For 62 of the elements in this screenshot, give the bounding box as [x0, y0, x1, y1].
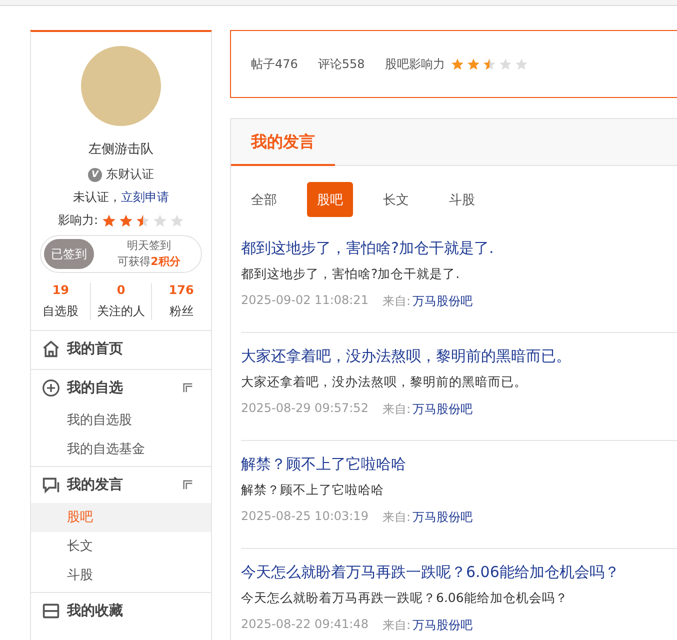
- source-link[interactable]: 万马股份吧: [412, 509, 472, 526]
- chat-icon: [42, 476, 60, 494]
- menu-section-title[interactable]: 我的自选: [67, 379, 176, 397]
- count-label[interactable]: 自选股: [42, 303, 79, 320]
- checkin-tomorrow: 明天签到: [127, 238, 171, 254]
- star-icon: [136, 214, 150, 228]
- menu-item[interactable]: 长文: [31, 532, 211, 561]
- star-icon: [450, 58, 464, 70]
- home-icon: [42, 340, 60, 358]
- post-excerpt: 解禁？顾不上了它啦哈哈: [241, 482, 385, 499]
- post-time: 2025-09-02 11:08:21: [241, 293, 368, 309]
- source-label: 来自:: [382, 401, 410, 418]
- filter-tab[interactable]: 全部: [241, 182, 287, 217]
- checkin-reward: 可获得2积分: [118, 254, 180, 270]
- source-label: 来自:: [382, 293, 410, 310]
- apply-link[interactable]: 立刻申请: [121, 190, 169, 204]
- menu-section-title[interactable]: 我的发言: [67, 476, 176, 494]
- verify-status: 未认证，: [73, 190, 121, 204]
- post-title-link[interactable]: 解禁？顾不上了它啦哈哈: [241, 455, 677, 474]
- source-link[interactable]: 万马股份吧: [412, 401, 472, 418]
- post-excerpt: 都到这地步了，害怕啥?加仓干就是了.: [241, 266, 461, 283]
- menu-item[interactable]: 我的自选股: [31, 406, 211, 435]
- menu-item[interactable]: 我的自选基金: [31, 435, 211, 464]
- post-title-link[interactable]: 今天怎么就盼着万马再跌一跌呢？6.06能给加仓机会吗？: [241, 563, 677, 582]
- bar-influence-label: 股吧影响力: [384, 56, 445, 72]
- verify-label: 东财认证: [106, 166, 154, 183]
- post-time: 2025-08-29 09:57:52: [241, 401, 368, 417]
- star-icon: [153, 214, 168, 228]
- post-title-link[interactable]: 大家还拿着吧，没办法熬呗，黎明前的黑暗而已。: [241, 347, 677, 366]
- post-excerpt: 今天怎么就盼着万马再跌一跌呢？6.06能给加仓机会吗？: [241, 590, 569, 607]
- collapse-corner-icon[interactable]: [183, 383, 193, 393]
- filter-tab[interactable]: 斗股: [439, 182, 485, 217]
- star-icon: [498, 58, 512, 70]
- post-time: 2025-08-22 09:41:48: [241, 617, 368, 633]
- count-label[interactable]: 粉丝: [169, 303, 194, 320]
- count-label[interactable]: 关注的人: [96, 303, 145, 320]
- star-icon: [482, 58, 496, 70]
- verify-badge-icon: V: [88, 168, 102, 182]
- post-time: 2025-08-25 10:03:19: [241, 509, 368, 525]
- source-label: 来自:: [382, 509, 410, 526]
- menu-section-title[interactable]: 我的首页: [67, 340, 201, 358]
- star-icon: [466, 58, 480, 70]
- star-icon: [170, 214, 184, 228]
- tray-icon: [42, 602, 60, 620]
- post-count: 帖子476: [251, 56, 298, 72]
- filter-tab[interactable]: 股吧: [307, 182, 353, 217]
- collapse-corner-icon[interactable]: [183, 480, 193, 490]
- menu-item[interactable]: 斗股: [31, 561, 211, 590]
- plus-circle-icon: [42, 379, 60, 397]
- post-title-link[interactable]: 都到这地步了，害怕啥?加仓干就是了.: [241, 239, 677, 258]
- comment-count: 评论558: [318, 56, 365, 72]
- source-link[interactable]: 万马股份吧: [412, 617, 472, 634]
- star-icon: [119, 214, 134, 228]
- star-icon: [102, 214, 116, 228]
- influence-label: 影响力:: [58, 212, 98, 229]
- post-excerpt: 大家还拿着吧，没办法熬呗，黎明前的黑暗而已。: [241, 374, 528, 391]
- source-label: 来自:: [382, 617, 410, 634]
- user-name[interactable]: 左侧游击队: [88, 140, 154, 158]
- source-link[interactable]: 万马股份吧: [412, 293, 472, 310]
- menu-section-title[interactable]: 我的收藏: [67, 602, 201, 620]
- filter-tab[interactable]: 长文: [373, 182, 419, 217]
- star-icon: [514, 58, 528, 70]
